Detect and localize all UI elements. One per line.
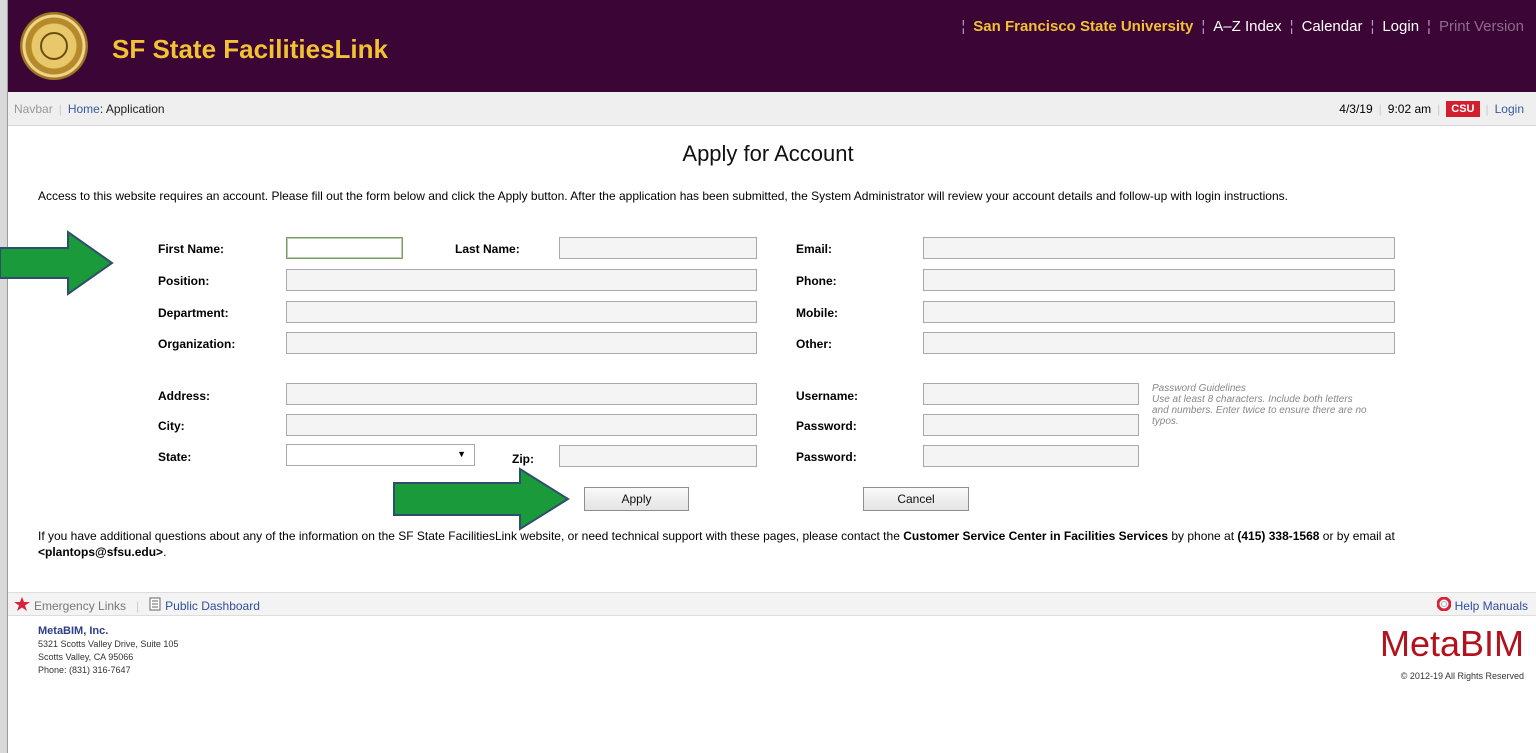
csu-badge[interactable]: CSU bbox=[1446, 101, 1480, 117]
password-guidelines: Password Guidelines Use at least 8 chara… bbox=[1152, 383, 1372, 427]
first-name-input[interactable] bbox=[286, 237, 403, 259]
public-dashboard-link[interactable]: Public Dashboard bbox=[165, 599, 260, 613]
copyright-text: © 2012-19 All Rights Reserved bbox=[1400, 671, 1524, 681]
intro-text: Access to this website requires an accou… bbox=[38, 189, 1288, 203]
date-display: 4/3/19 bbox=[1339, 102, 1373, 116]
arrow-right-icon bbox=[0, 230, 114, 296]
lifebuoy-icon bbox=[1436, 596, 1452, 614]
dashboard-icon bbox=[149, 597, 161, 614]
position-label: Position: bbox=[158, 274, 210, 288]
separator: ¦ bbox=[1427, 18, 1431, 35]
separator: ¦ bbox=[1289, 18, 1294, 35]
phone-input[interactable] bbox=[923, 269, 1395, 291]
city-label: City: bbox=[158, 419, 185, 433]
breadcrumb-current: : Application bbox=[99, 102, 165, 116]
password-input[interactable] bbox=[923, 414, 1139, 436]
username-input[interactable] bbox=[923, 383, 1139, 405]
department-label: Department: bbox=[158, 306, 229, 320]
email-label: Email: bbox=[796, 242, 833, 256]
breadcrumb: Navbar | Home: Application bbox=[14, 102, 165, 116]
password-guidelines-text: Use at least 8 characters. Include both … bbox=[1152, 394, 1367, 427]
organization-input[interactable] bbox=[286, 332, 757, 354]
link-print-version[interactable]: Print Version bbox=[1439, 18, 1524, 35]
mobile-input[interactable] bbox=[923, 301, 1395, 323]
page-title: Apply for Account bbox=[682, 141, 854, 166]
zip-label: Zip: bbox=[512, 452, 534, 466]
last-name-input[interactable] bbox=[559, 237, 757, 259]
state-label: State: bbox=[158, 450, 192, 464]
address-input[interactable] bbox=[286, 383, 757, 405]
footer-links: Emergency Links | Public Dashboard bbox=[14, 597, 260, 614]
password-confirm-input[interactable] bbox=[923, 445, 1139, 467]
department-input[interactable] bbox=[286, 301, 757, 323]
first-name-label: First Name: bbox=[158, 242, 225, 256]
link-az-index[interactable]: A–Z Index bbox=[1213, 18, 1281, 35]
login-link[interactable]: Login bbox=[1495, 102, 1524, 116]
zip-input[interactable] bbox=[559, 445, 757, 467]
breadcrumb-home[interactable]: Home bbox=[68, 102, 100, 116]
position-input[interactable] bbox=[286, 269, 757, 291]
email-input[interactable] bbox=[923, 237, 1395, 259]
university-seal-icon[interactable] bbox=[20, 12, 88, 80]
site-header: SF State FacilitiesLink ¦ San Francisco … bbox=[8, 0, 1536, 92]
cancel-button[interactable]: Cancel bbox=[863, 487, 969, 511]
separator: ¦ bbox=[1370, 18, 1375, 35]
contact-text: If you have additional questions about a… bbox=[38, 529, 1395, 559]
address-label: Address: bbox=[158, 389, 211, 403]
password-label: Password: bbox=[796, 419, 857, 433]
breadcrumb-bar: Navbar | Home: Application 4/3/19 | 9:02 a… bbox=[8, 92, 1536, 126]
service-center-name: Customer Service Center in Facilities Se… bbox=[903, 529, 1168, 543]
window-frame bbox=[0, 0, 8, 753]
metabim-logo[interactable]: MetaBIM bbox=[1380, 626, 1524, 662]
username-label: Username: bbox=[796, 389, 859, 403]
apply-button[interactable]: Apply bbox=[584, 487, 689, 511]
other-input[interactable] bbox=[923, 332, 1395, 354]
top-nav: ¦ San Francisco State University ¦ A–Z I… bbox=[953, 18, 1524, 35]
company-address-2: Scotts Valley, CA 95066 bbox=[38, 652, 134, 662]
link-sfsu[interactable]: San Francisco State University bbox=[973, 18, 1193, 35]
arrow-right-icon bbox=[393, 467, 570, 531]
emergency-links[interactable]: Emergency Links bbox=[34, 599, 126, 613]
separator: ¦ bbox=[961, 18, 966, 35]
phone-label: Phone: bbox=[796, 274, 837, 288]
company-phone: Phone: (831) 316-7647 bbox=[38, 665, 131, 675]
status-area: 4/3/19 | 9:02 am | CSU | Login bbox=[1339, 101, 1524, 117]
password-confirm-label: Password: bbox=[796, 450, 857, 464]
help-manuals-label: Help Manuals bbox=[1454, 598, 1528, 613]
company-address-1: 5321 Scotts Valley Drive, Suite 105 bbox=[38, 639, 179, 649]
contact-phone: (415) 338-1568 bbox=[1237, 529, 1320, 543]
chevron-down-icon: ▼ bbox=[457, 449, 466, 459]
link-login[interactable]: Login bbox=[1382, 18, 1419, 35]
company-info: MetaBIM, Inc. 5321 Scotts Valley Drive, … bbox=[38, 625, 178, 677]
organization-label: Organization: bbox=[158, 337, 236, 351]
password-guidelines-title: Password Guidelines bbox=[1152, 383, 1246, 394]
site-title[interactable]: SF State FacilitiesLink bbox=[112, 34, 388, 65]
mobile-label: Mobile: bbox=[796, 306, 838, 320]
other-label: Other: bbox=[796, 337, 832, 351]
navbar-label[interactable]: Navbar bbox=[14, 102, 53, 116]
contact-email-link[interactable]: <plantops@sfsu.edu> bbox=[38, 545, 163, 559]
link-calendar[interactable]: Calendar bbox=[1302, 18, 1363, 35]
separator: ¦ bbox=[1201, 18, 1206, 35]
time-display: 9:02 am bbox=[1387, 102, 1432, 116]
state-select[interactable]: ▼ bbox=[286, 444, 475, 466]
help-manuals-link[interactable]: Help Manuals bbox=[1436, 596, 1528, 614]
footer-bar: Emergency Links | Public Dashboard Help … bbox=[8, 592, 1536, 616]
page: SF State FacilitiesLink ¦ San Francisco … bbox=[0, 0, 1536, 753]
star-icon bbox=[14, 597, 30, 614]
last-name-label: Last Name: bbox=[455, 242, 520, 256]
company-name[interactable]: MetaBIM, Inc. bbox=[38, 625, 178, 638]
city-input[interactable] bbox=[286, 414, 757, 436]
